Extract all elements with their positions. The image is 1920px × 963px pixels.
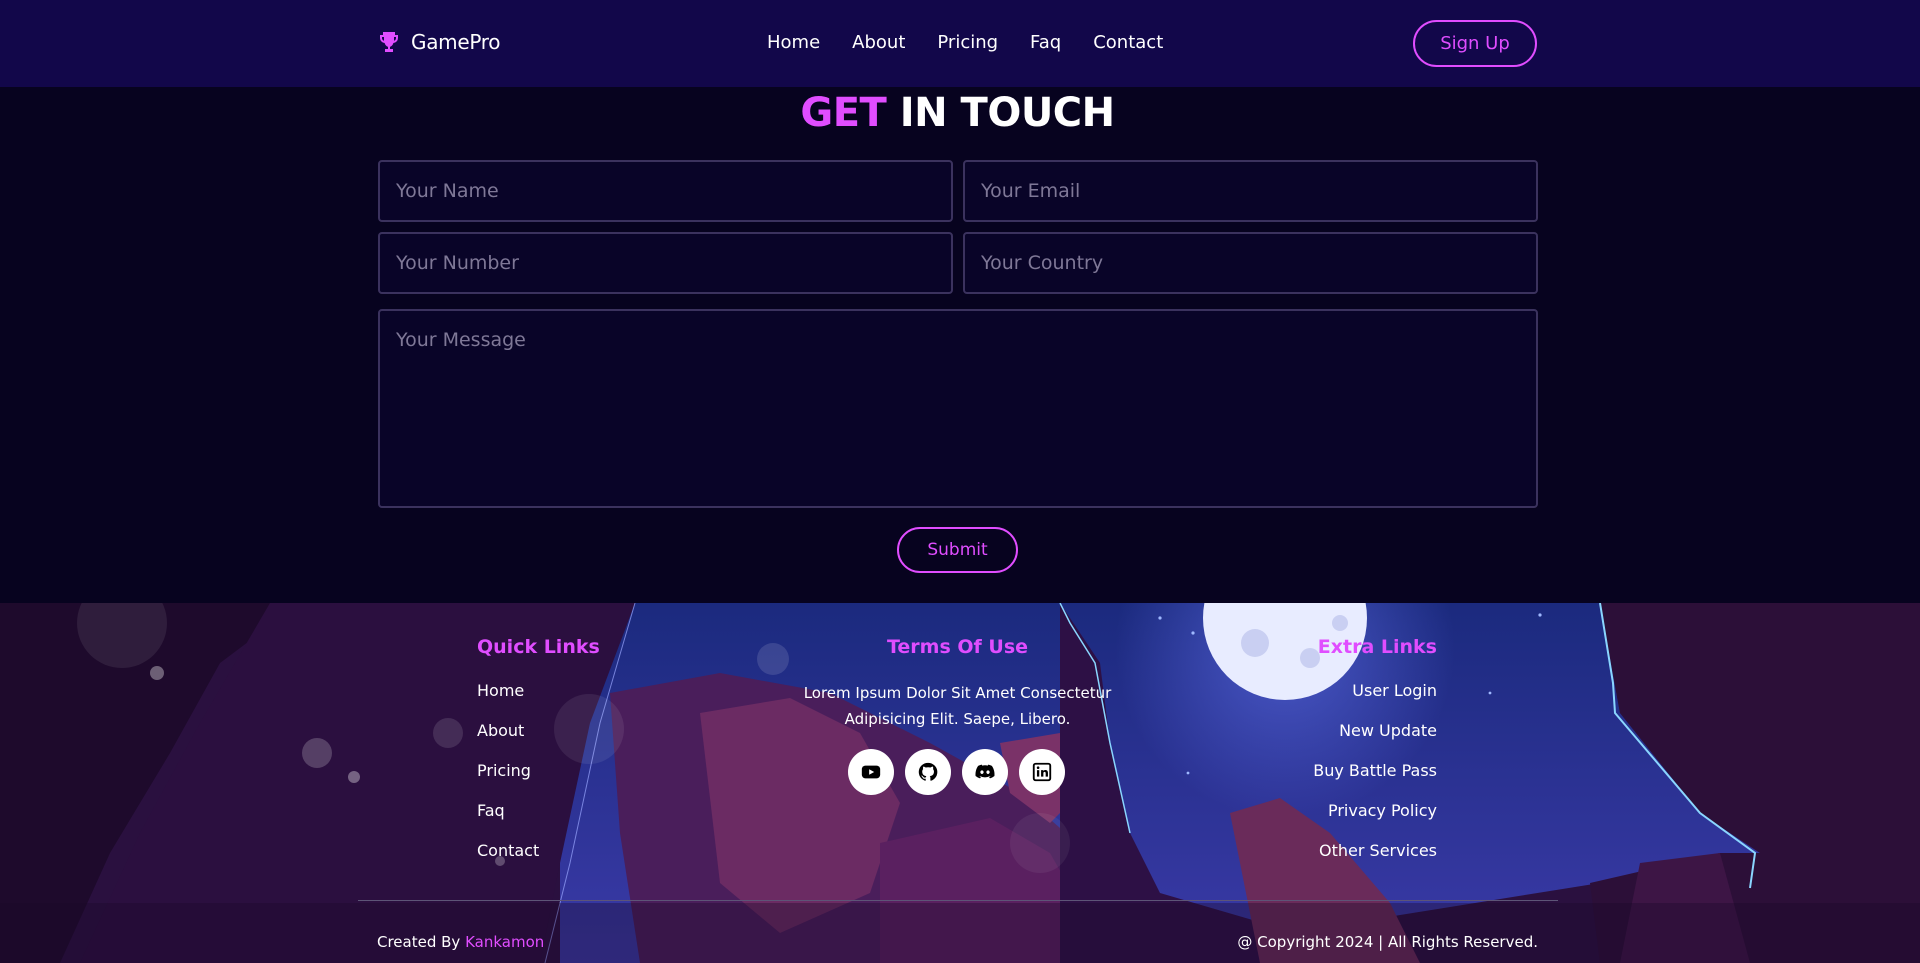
title-rest: IN TOUCH: [899, 90, 1115, 136]
quick-link-contact[interactable]: Contact: [477, 841, 539, 860]
extra-link-privacy-policy[interactable]: Privacy Policy: [1328, 801, 1437, 820]
social-links: [848, 749, 1065, 795]
terms-text: Lorem Ipsum Dolor Sit Amet Consectetur A…: [803, 684, 1112, 728]
sign-up-button[interactable]: Sign Up: [1413, 20, 1537, 67]
nav-about[interactable]: About: [852, 32, 905, 53]
extra-links-title: Extra Links: [1317, 636, 1437, 658]
github-link[interactable]: [905, 749, 951, 795]
discord-link[interactable]: [962, 749, 1008, 795]
credit-prefix: Created By: [377, 933, 461, 951]
main-nav: Home About Pricing Faq Contact: [767, 32, 1163, 53]
youtube-icon: [861, 765, 881, 779]
name-field[interactable]: [378, 160, 953, 222]
brand-logo[interactable]: GamePro: [377, 30, 500, 54]
nav-contact[interactable]: Contact: [1093, 32, 1163, 53]
quick-links-list: Home About Pricing Faq Contact: [477, 681, 539, 881]
nav-pricing[interactable]: Pricing: [937, 32, 998, 53]
nav-home[interactable]: Home: [767, 32, 820, 53]
extra-link-other-services[interactable]: Other Services: [1319, 841, 1437, 860]
extra-links-list: User Login New Update Buy Battle Pass Pr…: [1313, 681, 1437, 881]
quick-link-home[interactable]: Home: [477, 681, 524, 700]
nav-faq[interactable]: Faq: [1030, 32, 1061, 53]
extra-link-battle-pass[interactable]: Buy Battle Pass: [1313, 761, 1437, 780]
message-field[interactable]: [378, 309, 1538, 508]
discord-icon: [975, 764, 995, 779]
brand-name: GamePro: [411, 30, 501, 54]
terms-title: Terms Of Use: [886, 636, 1029, 658]
number-field[interactable]: [378, 232, 953, 294]
youtube-link[interactable]: [848, 749, 894, 795]
country-field[interactable]: [963, 232, 1538, 294]
extra-link-user-login[interactable]: User Login: [1352, 681, 1437, 700]
footer: Quick Links Home About Pricing Faq Conta…: [0, 603, 1920, 963]
trophy-icon: [379, 32, 399, 52]
quick-link-about[interactable]: About: [477, 721, 524, 740]
email-field[interactable]: [963, 160, 1538, 222]
title-accent: GET: [800, 90, 887, 136]
quick-link-faq[interactable]: Faq: [477, 801, 505, 820]
footer-divider: [358, 900, 1558, 901]
header: GamePro Home About Pricing Faq Contact S…: [0, 0, 1920, 87]
author-link[interactable]: Kankamon: [465, 933, 544, 951]
linkedin-link[interactable]: [1019, 749, 1065, 795]
submit-button[interactable]: Submit: [897, 527, 1018, 573]
extra-link-new-update[interactable]: New Update: [1339, 721, 1437, 740]
quick-link-pricing[interactable]: Pricing: [477, 761, 531, 780]
contact-title: GET IN TOUCH: [0, 90, 1915, 136]
linkedin-icon: [1032, 762, 1052, 782]
credit: Created By Kankamon: [377, 933, 544, 951]
github-icon: [918, 762, 938, 781]
copyright: @ Copyright 2024 | All Rights Reserved.: [1237, 933, 1538, 951]
